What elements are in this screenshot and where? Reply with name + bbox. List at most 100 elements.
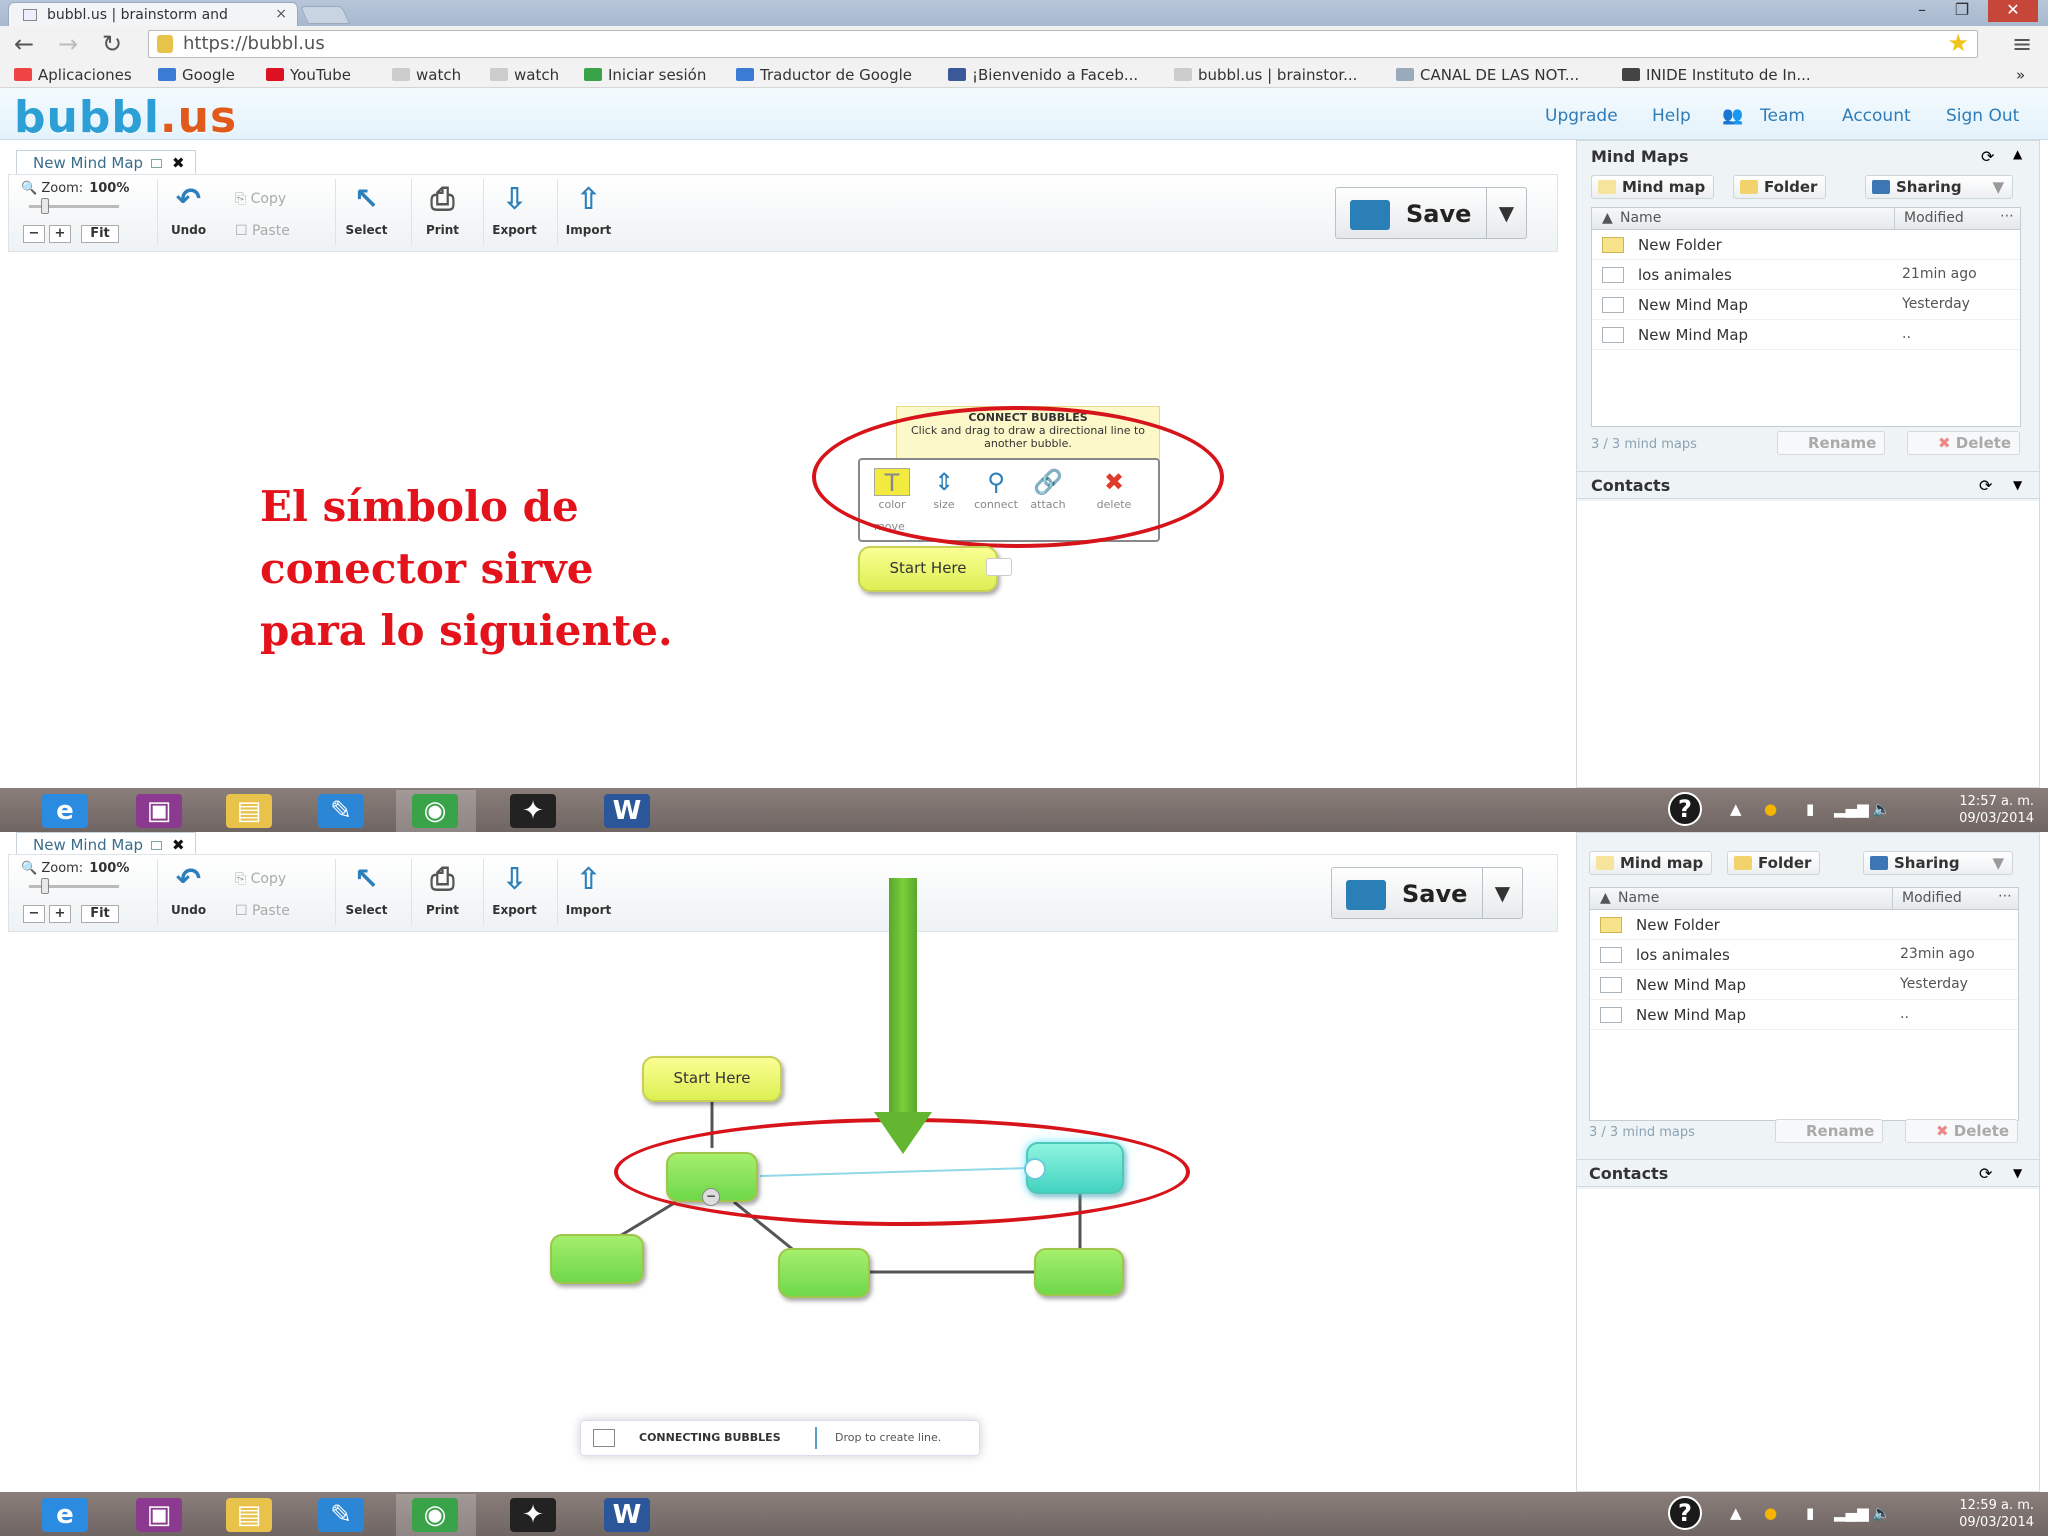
middle-green-bubble[interactable]	[778, 1248, 870, 1298]
tray-warning-icon[interactable]: ●	[1764, 800, 1777, 818]
right-green-bubble[interactable]	[1034, 1248, 1124, 1296]
contacts-expand-icon[interactable]: ▼	[2013, 1166, 2022, 1180]
bookmark-item[interactable]: ¡Bienvenido a Faceb...	[948, 66, 1138, 84]
list-item[interactable]: New Mind Map Yesterday	[1592, 290, 2020, 320]
rename-button[interactable]: Rename	[1775, 1119, 1884, 1143]
internet-explorer-icon[interactable]: e	[42, 1498, 88, 1532]
col-name[interactable]: Name	[1620, 210, 1661, 226]
bookmark-item[interactable]: CANAL DE LAS NOT...	[1396, 66, 1579, 84]
add-bubble-handle-icon[interactable]	[986, 558, 1012, 576]
internet-explorer-icon[interactable]: e	[42, 794, 88, 828]
word-icon[interactable]: W	[604, 1498, 650, 1532]
word-icon[interactable]: W	[604, 794, 650, 828]
chrome-icon[interactable]: ◉	[412, 794, 458, 828]
zoom-fit-button[interactable]: Fit	[81, 225, 119, 243]
file-explorer-icon[interactable]: ▤	[226, 1498, 272, 1532]
contacts-header[interactable]: Contacts ⟳ ▼	[1577, 471, 2039, 499]
bookmark-item[interactable]: bubbl.us | brainstor...	[1174, 66, 1357, 84]
col-name[interactable]: Name	[1618, 890, 1659, 906]
tab-close-icon[interactable]: ×	[275, 6, 287, 22]
media-app-icon[interactable]: ✦	[510, 794, 556, 828]
blue-app-icon[interactable]: ✎	[318, 1498, 364, 1532]
account-link[interactable]: Account	[1842, 106, 1911, 126]
zoom-out-button[interactable]: −	[23, 225, 45, 243]
import-button[interactable]: ⇧ Import	[557, 179, 619, 245]
sharing-dropdown-icon[interactable]: ▼	[1992, 178, 2004, 196]
list-item[interactable]: New Mind Map..	[1592, 320, 2020, 350]
tray-chevron-icon[interactable]: ▲	[1730, 1504, 1742, 1522]
bookmark-item[interactable]: YouTube	[266, 66, 351, 84]
list-item[interactable]: New Mind Map Yesterday	[1590, 970, 2018, 1000]
zoom-slider[interactable]	[29, 198, 119, 214]
contacts-refresh-icon[interactable]: ⟳	[1979, 1164, 1992, 1183]
contacts-expand-icon[interactable]: ▼	[2013, 478, 2022, 492]
battery-icon[interactable]: ▮	[1806, 800, 1814, 818]
zoom-in-button[interactable]: +	[49, 225, 71, 243]
network-icon[interactable]: ▂▄▆	[1834, 800, 1869, 818]
bookmark-item[interactable]: Aplicaciones	[14, 66, 132, 84]
select-button[interactable]: ↖ Select	[335, 179, 397, 245]
save-dropdown-icon[interactable]: ▼	[1486, 188, 1526, 238]
doc-tab-close-icon[interactable]: ✖	[172, 154, 185, 172]
bookmark-item[interactable]: Google	[158, 66, 235, 84]
bookmark-item[interactable]: Iniciar sesión	[584, 66, 706, 84]
browser-tab[interactable]: bubbl.us | brainstorm and ×	[8, 2, 298, 26]
help-icon[interactable]: ?	[1668, 792, 1702, 826]
new-mindmap-button[interactable]: Mind map	[1591, 175, 1715, 199]
zoom-slider-knob[interactable]	[41, 198, 49, 214]
list-item[interactable]: los animales 21min ago	[1592, 260, 2020, 290]
delete-button[interactable]: ✖ Delete	[1907, 431, 2021, 455]
start-here-bubble-top[interactable]: Start Here	[858, 546, 998, 592]
sharing-button[interactable]: Sharing ▼	[1865, 175, 2013, 199]
list-item[interactable]: New Folder	[1590, 910, 2018, 940]
volume-icon[interactable]: 🔈	[1872, 800, 1891, 818]
list-item[interactable]: los animales 23min ago	[1590, 940, 2018, 970]
save-button[interactable]: Save ▼	[1335, 187, 1527, 239]
bookmark-item[interactable]: INIDE Instituto de In...	[1622, 66, 1811, 84]
back-icon[interactable]: ←	[14, 30, 34, 58]
new-folder-button[interactable]: Folder	[1727, 851, 1821, 875]
sharing-button[interactable]: Sharing ▼	[1863, 851, 2013, 875]
bookmarks-overflow-icon[interactable]: »	[2016, 66, 2025, 84]
taskbar-clock[interactable]: 12:59 a. m. 09/03/2014	[1959, 1497, 2034, 1531]
new-tab-button[interactable]	[299, 6, 351, 24]
tray-chevron-icon[interactable]: ▲	[1730, 800, 1742, 818]
new-folder-button[interactable]: Folder	[1733, 175, 1827, 199]
col-modified[interactable]: Modified	[1902, 890, 1962, 906]
list-item[interactable]: New Folder	[1592, 230, 2020, 260]
export-button[interactable]: ⇩ Export	[483, 179, 545, 245]
list-item[interactable]: New Mind Map..	[1590, 1000, 2018, 1030]
sort-asc-icon[interactable]: ▲	[1602, 210, 1613, 226]
remote-app-icon[interactable]: ▣	[136, 794, 182, 828]
tray-warning-icon[interactable]: ●	[1764, 1504, 1777, 1522]
bookmark-star-icon[interactable]: ★	[1947, 29, 1969, 57]
minimize-icon[interactable]: –	[1902, 0, 1942, 22]
help-icon[interactable]: ?	[1668, 1496, 1702, 1530]
blue-app-icon[interactable]: ✎	[318, 794, 364, 828]
file-explorer-icon[interactable]: ▤	[226, 794, 272, 828]
collapse-icon[interactable]: ▲	[2013, 147, 2022, 161]
save-button[interactable]: Save ▼	[1331, 867, 1523, 919]
media-app-icon[interactable]: ✦	[510, 1498, 556, 1532]
bubblus-logo[interactable]: bubbl.us	[14, 92, 237, 143]
bookmark-item[interactable]: watch	[490, 66, 559, 84]
restore-icon[interactable]: ❐	[1942, 0, 1982, 22]
window-close-icon[interactable]: ✕	[1988, 0, 2038, 22]
sharing-dropdown-icon[interactable]: ▼	[1992, 854, 2004, 872]
reload-icon[interactable]: ↻	[102, 30, 122, 58]
network-icon[interactable]: ▂▄▆	[1834, 1504, 1869, 1522]
start-here-bubble-bottom[interactable]: Start Here	[642, 1056, 782, 1102]
help-link[interactable]: Help	[1652, 106, 1691, 126]
delete-button[interactable]: ✖ Delete	[1905, 1119, 2019, 1143]
paste-button[interactable]: ☐ Paste	[235, 223, 290, 239]
save-dropdown-icon[interactable]: ▼	[1482, 868, 1522, 918]
browser-menu-icon[interactable]: ≡	[2012, 30, 2032, 58]
col-options-icon[interactable]: ⋯	[2000, 208, 2014, 224]
doc-tab[interactable]: New Mind Map ✖	[16, 150, 196, 174]
left-green-bubble[interactable]	[550, 1234, 644, 1284]
contacts-header[interactable]: Contacts ⟳ ▼	[1577, 1159, 2039, 1187]
chrome-icon[interactable]: ◉	[412, 1498, 458, 1532]
copy-button[interactable]: ⎘ Copy	[235, 191, 286, 207]
bookmark-item[interactable]: watch	[392, 66, 461, 84]
team-link[interactable]: Team	[1760, 106, 1805, 126]
